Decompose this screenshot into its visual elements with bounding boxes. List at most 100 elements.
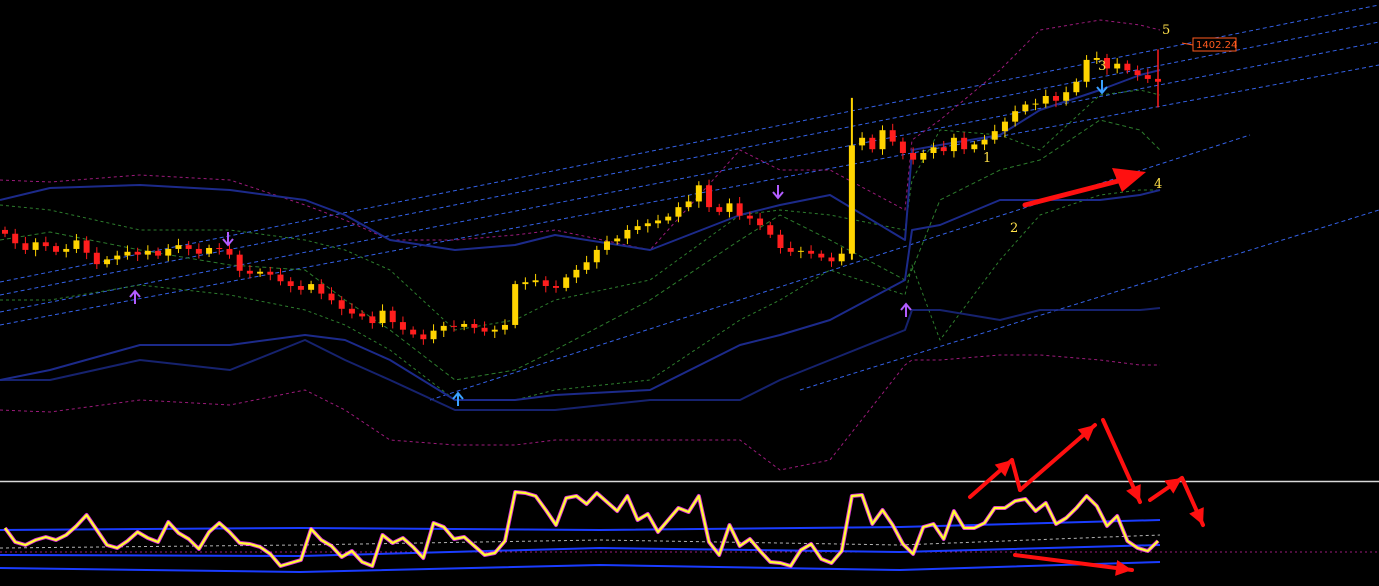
osc-arrow-b xyxy=(1018,423,1097,492)
candle-body-47 xyxy=(481,327,488,332)
candle-body-49 xyxy=(501,324,508,330)
candle-body-48 xyxy=(491,329,498,332)
candle-body-54 xyxy=(552,286,559,288)
candle-body-21 xyxy=(216,248,223,249)
osc-arrow-d-head xyxy=(1164,478,1182,494)
candle-body-93 xyxy=(950,137,957,152)
candle-body-111 xyxy=(1134,70,1141,76)
trend-arrow-shaft xyxy=(1022,177,1125,208)
oscillator-band-3 xyxy=(0,561,1161,574)
candle-body-79 xyxy=(808,250,815,254)
candle-body-14 xyxy=(144,250,151,255)
channel-line-6 xyxy=(799,209,1379,391)
candle-body-24 xyxy=(246,270,253,274)
candle-body-63 xyxy=(644,223,651,227)
candle-body-70 xyxy=(716,207,723,212)
candle-body-56 xyxy=(573,269,580,278)
candle-body-71 xyxy=(726,203,733,212)
candle-body-17 xyxy=(175,245,182,249)
candle-body-96 xyxy=(981,139,988,145)
trend-arrow-head xyxy=(1112,168,1146,192)
candle-body-95 xyxy=(971,144,978,150)
candle-body-86 xyxy=(879,130,886,150)
candle-body-73 xyxy=(746,215,753,219)
candle-body-68 xyxy=(695,185,702,202)
candle-body-62 xyxy=(634,226,641,230)
candle-body-20 xyxy=(206,248,213,254)
oscillator-pane xyxy=(0,490,1379,574)
candle-body-2 xyxy=(22,243,29,250)
candle-body-58 xyxy=(593,249,600,263)
candle-body-10 xyxy=(104,259,111,265)
candle-body-19 xyxy=(195,248,202,254)
candle-body-26 xyxy=(267,271,274,275)
candle-body-105 xyxy=(1073,81,1080,93)
candle-body-12 xyxy=(124,251,131,256)
candle-body-1 xyxy=(12,233,19,244)
candle-body-101 xyxy=(1032,103,1039,105)
candle-body-22 xyxy=(226,248,233,255)
candle-body-99 xyxy=(1012,111,1019,122)
candle-body-57 xyxy=(583,262,590,270)
candle-body-74 xyxy=(757,218,764,226)
signal-arrow-2 xyxy=(222,232,234,247)
osc-arrow-connector xyxy=(1010,458,1022,492)
candle-body-72 xyxy=(736,203,743,216)
candle-body-23 xyxy=(236,254,243,271)
candle-body-38 xyxy=(389,310,396,323)
candle-body-25 xyxy=(257,271,264,274)
candle-body-82 xyxy=(838,253,845,262)
candle-body-80 xyxy=(818,253,825,258)
candle-body-43 xyxy=(440,325,447,331)
candle-body-67 xyxy=(685,201,692,208)
signal-arrow-1 xyxy=(129,289,141,304)
candle-body-103 xyxy=(1052,96,1059,101)
wave-label-5: 5 xyxy=(1162,23,1170,38)
candle-body-55 xyxy=(563,277,570,288)
candle-body-30 xyxy=(308,284,315,290)
candle-body-84 xyxy=(859,137,866,146)
candle-body-85 xyxy=(869,137,876,150)
candle-body-59 xyxy=(604,241,611,250)
candle-body-77 xyxy=(787,248,794,252)
envelope-lower-magenta xyxy=(0,354,1160,471)
candle-body-3 xyxy=(32,242,39,250)
candle-body-18 xyxy=(185,245,192,249)
candle-body-41 xyxy=(420,334,427,340)
wave-label-2: 2 xyxy=(1010,221,1018,236)
candle-body-7 xyxy=(73,240,80,249)
candle-body-90 xyxy=(920,153,927,160)
candle-body-89 xyxy=(910,153,917,160)
candle-body-81 xyxy=(828,257,835,262)
candle-body-6 xyxy=(63,248,70,252)
osc-arrow-e xyxy=(1180,476,1205,527)
bollinger-lower-outer xyxy=(0,307,1161,411)
candle-body-50 xyxy=(512,284,519,325)
candle-body-8 xyxy=(83,240,90,253)
candle-body-40 xyxy=(410,329,417,335)
candle-body-52 xyxy=(532,280,539,283)
candle-body-29 xyxy=(297,286,304,290)
candle-body-13 xyxy=(134,251,141,255)
candle-body-78 xyxy=(797,250,804,252)
channel-line-3 xyxy=(0,41,1379,313)
candle-body-61 xyxy=(624,229,631,239)
candle-body-9 xyxy=(93,252,100,265)
candles xyxy=(2,49,1161,345)
price-tag-label: 1402.24 xyxy=(1196,40,1237,51)
candle-body-34 xyxy=(348,308,355,314)
candle-body-16 xyxy=(165,248,172,256)
candle-body-60 xyxy=(614,238,621,242)
candle-body-109 xyxy=(1114,63,1121,69)
candle-body-37 xyxy=(379,310,386,324)
candle-body-100 xyxy=(1022,104,1029,112)
candle-body-36 xyxy=(369,316,376,324)
candle-body-94 xyxy=(961,137,968,150)
osc-arrow-a xyxy=(968,458,1014,499)
candle-body-11 xyxy=(114,255,121,260)
channel-line-1 xyxy=(0,4,1379,283)
wave-label-3: 3 xyxy=(1098,59,1106,74)
candle-body-51 xyxy=(522,282,529,285)
candle-body-104 xyxy=(1063,92,1070,101)
candle-body-32 xyxy=(328,293,335,301)
